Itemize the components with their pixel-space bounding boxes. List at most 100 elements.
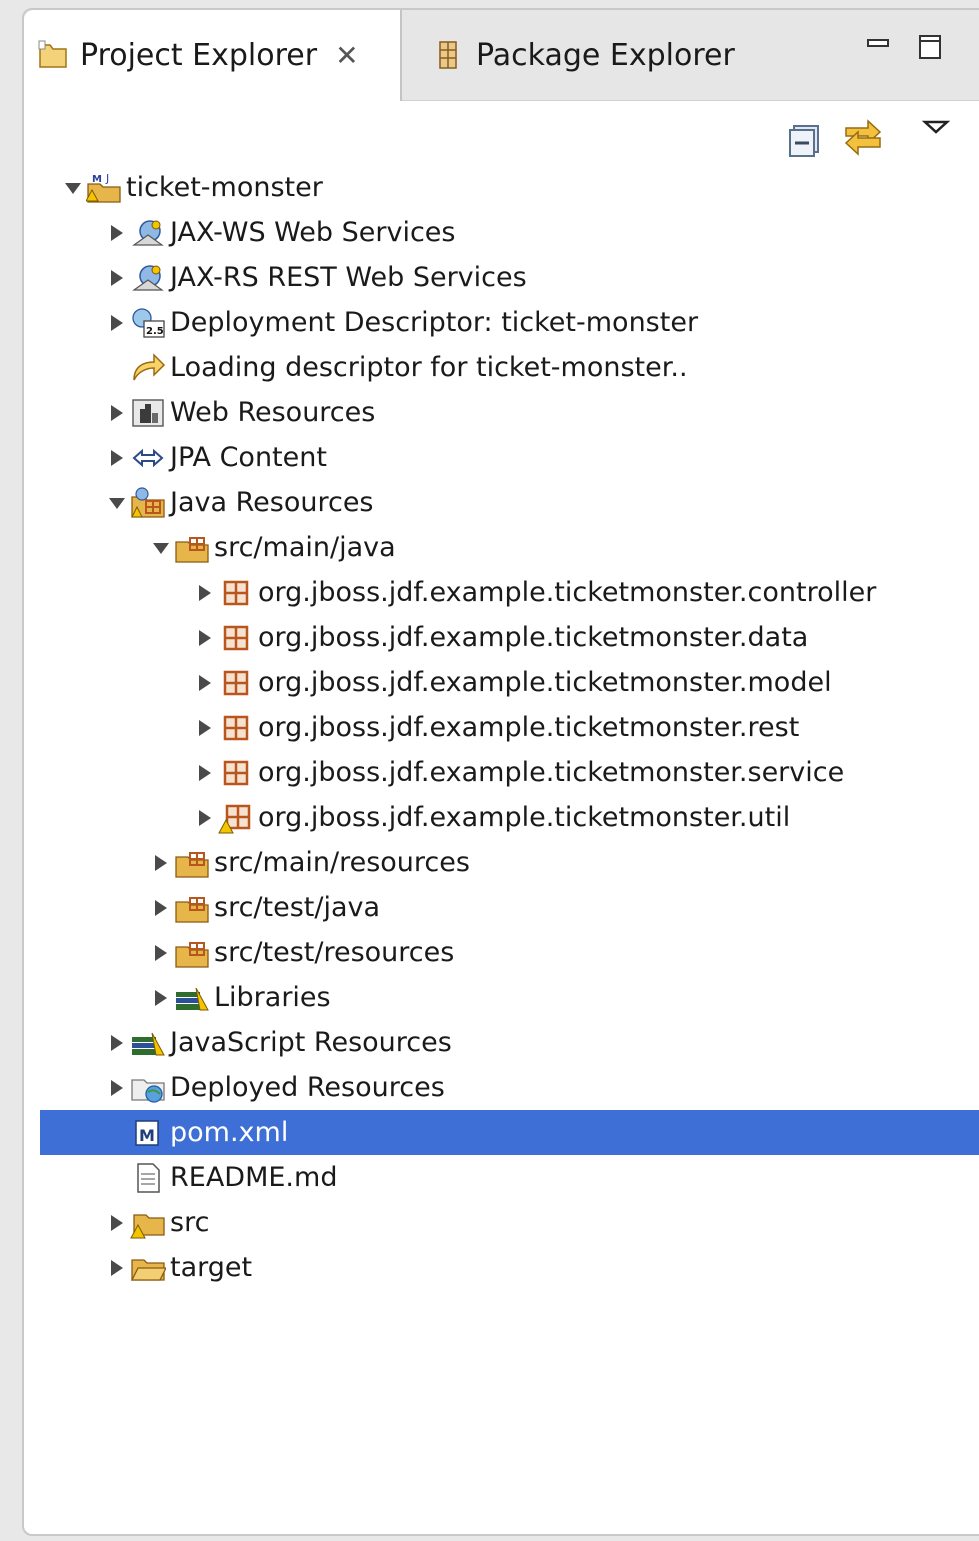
package-icon	[223, 625, 249, 650]
expand-arrow-icon[interactable]	[192, 670, 218, 696]
expand-arrow-icon[interactable]	[148, 940, 174, 966]
tree-item[interactable]: org.jboss.jdf.example.ticketmonster.cont…	[24, 570, 979, 615]
tree-item[interactable]: README.md	[24, 1155, 979, 1200]
svg-text:J: J	[105, 172, 109, 185]
tree-item[interactable]: Libraries	[24, 975, 979, 1020]
java-resources-icon	[131, 486, 165, 518]
source-folder-icon	[175, 896, 209, 923]
tab-project-explorer[interactable]: Project Explorer ✕	[24, 10, 402, 101]
tree-item-label: JAX-RS REST Web Services	[170, 262, 527, 293]
tree-item[interactable]: Web Resources	[24, 390, 979, 435]
tree-item[interactable]: org.jboss.jdf.example.ticketmonster.rest	[24, 705, 979, 750]
expand-arrow-icon[interactable]	[104, 1075, 130, 1101]
tree-item[interactable]: JAX-RS REST Web Services	[24, 255, 979, 300]
expand-arrow-icon[interactable]	[192, 625, 218, 651]
svg-text:M: M	[92, 174, 102, 185]
tree-item-label: src/main/resources	[214, 847, 470, 878]
collapse-arrow-icon[interactable]	[60, 175, 86, 201]
package-warning-icon	[218, 804, 251, 833]
tree-item-label: org.jboss.jdf.example.ticketmonster.serv…	[258, 757, 845, 788]
tree-item[interactable]: Mpom.xml	[40, 1110, 979, 1155]
tree-item-label: JPA Content	[170, 442, 327, 473]
expand-arrow-icon[interactable]	[104, 1030, 130, 1056]
tree-item-label: org.jboss.jdf.example.ticketmonster.data	[258, 622, 809, 653]
tree-item[interactable]: org.jboss.jdf.example.ticketmonster.util	[24, 795, 979, 840]
tab-package-explorer-label: Package Explorer	[476, 37, 735, 73]
tree-item-label: target	[170, 1252, 253, 1283]
link-with-editor-icon[interactable]	[840, 114, 886, 160]
close-icon[interactable]: ✕	[335, 39, 358, 72]
collapse-arrow-icon[interactable]	[148, 535, 174, 561]
web-services-icon	[132, 264, 164, 291]
tree-item-label: Java Resources	[170, 487, 374, 518]
expand-arrow-icon[interactable]	[192, 580, 218, 606]
expand-arrow-icon[interactable]	[192, 760, 218, 786]
tree-item[interactable]: src/main/resources	[24, 840, 979, 885]
package-icon	[223, 580, 249, 605]
tree-item[interactable]: src/test/java	[24, 885, 979, 930]
tree-item[interactable]: target	[24, 1245, 979, 1290]
collapse-all-icon[interactable]	[786, 120, 824, 158]
tree-item[interactable]: M Jticket-monster	[24, 165, 979, 210]
tab-package-explorer[interactable]: Package Explorer	[420, 10, 735, 100]
tree-item-label: pom.xml	[170, 1117, 289, 1148]
tree-item-label: org.jboss.jdf.example.ticketmonster.cont…	[258, 577, 877, 608]
tree-item[interactable]: JPA Content	[24, 435, 979, 480]
project-explorer-icon	[38, 40, 67, 68]
tree-item[interactable]: JAX-WS Web Services	[24, 210, 979, 255]
tree-item[interactable]: org.jboss.jdf.example.ticketmonster.data	[24, 615, 979, 660]
maven-project-icon: MJ	[86, 172, 121, 203]
svg-text:M: M	[139, 1126, 155, 1145]
web-resources-icon	[132, 398, 164, 427]
expand-arrow-icon[interactable]	[104, 220, 130, 246]
package-icon	[223, 715, 249, 740]
expand-arrow-icon[interactable]	[104, 265, 130, 291]
expand-arrow-icon[interactable]	[148, 850, 174, 876]
expand-arrow-icon[interactable]	[104, 400, 130, 426]
tree-item-label: org.jboss.jdf.example.ticketmonster.rest	[258, 712, 800, 743]
expand-arrow-icon[interactable]	[148, 985, 174, 1011]
tree-item[interactable]: Deployed Resources	[24, 1065, 979, 1110]
deployment-descriptor-icon: 2.5	[132, 307, 165, 338]
expand-arrow-icon[interactable]	[192, 805, 218, 831]
tab-project-explorer-label: Project Explorer	[80, 38, 318, 73]
tree-item-label: JavaScript Resources	[170, 1027, 452, 1058]
tree-item[interactable]: JavaScript Resources	[24, 1020, 979, 1065]
tree-item-label: JAX-WS Web Services	[170, 217, 456, 248]
source-folder-icon	[175, 851, 209, 878]
text-file-icon	[137, 1162, 160, 1193]
expand-arrow-icon[interactable]	[104, 1255, 130, 1281]
expand-arrow-icon[interactable]	[192, 715, 218, 741]
expand-arrow-icon[interactable]	[104, 445, 130, 471]
tree-item-label: Web Resources	[170, 397, 376, 428]
maximize-icon[interactable]	[916, 32, 946, 62]
minimize-icon[interactable]	[864, 32, 894, 62]
collapse-arrow-icon[interactable]	[104, 490, 130, 516]
loading-arrow-icon	[133, 352, 166, 380]
tree-item-label: ticket-monster	[126, 172, 323, 203]
expand-arrow-icon[interactable]	[104, 310, 130, 336]
expand-arrow-icon[interactable]	[148, 895, 174, 921]
tree-item[interactable]: src	[24, 1200, 979, 1245]
tree-item-label: org.jboss.jdf.example.ticketmonster.util	[258, 802, 791, 833]
project-explorer-view: Project Explorer ✕ Package Explorer M J …	[22, 8, 979, 1536]
view-menu-icon[interactable]	[922, 118, 950, 138]
package-explorer-icon	[439, 41, 457, 69]
tree-item[interactable]: Loading descriptor for ticket-monster..	[24, 345, 979, 390]
tree-item[interactable]: org.jboss.jdf.example.ticketmonster.mode…	[24, 660, 979, 705]
tree-item[interactable]: Java Resources	[24, 480, 979, 525]
tree-item[interactable]: src/test/resources	[24, 930, 979, 975]
tree-item-label: Deployment Descriptor: ticket-monster	[170, 307, 699, 338]
tree-item[interactable]: 2.5 Deployment Descriptor: ticket-monster	[24, 300, 979, 345]
tree-item-label: README.md	[170, 1162, 338, 1193]
tree-item-label: org.jboss.jdf.example.ticketmonster.mode…	[258, 667, 832, 698]
tree-item[interactable]: org.jboss.jdf.example.ticketmonster.serv…	[24, 750, 979, 795]
tree-item-label: Libraries	[214, 982, 331, 1013]
package-icon	[223, 670, 249, 695]
deployed-resources-icon	[131, 1078, 165, 1103]
libraries-icon	[132, 1032, 165, 1055]
tree-item[interactable]: src/main/java	[24, 525, 979, 570]
expand-arrow-icon[interactable]	[104, 1210, 130, 1236]
